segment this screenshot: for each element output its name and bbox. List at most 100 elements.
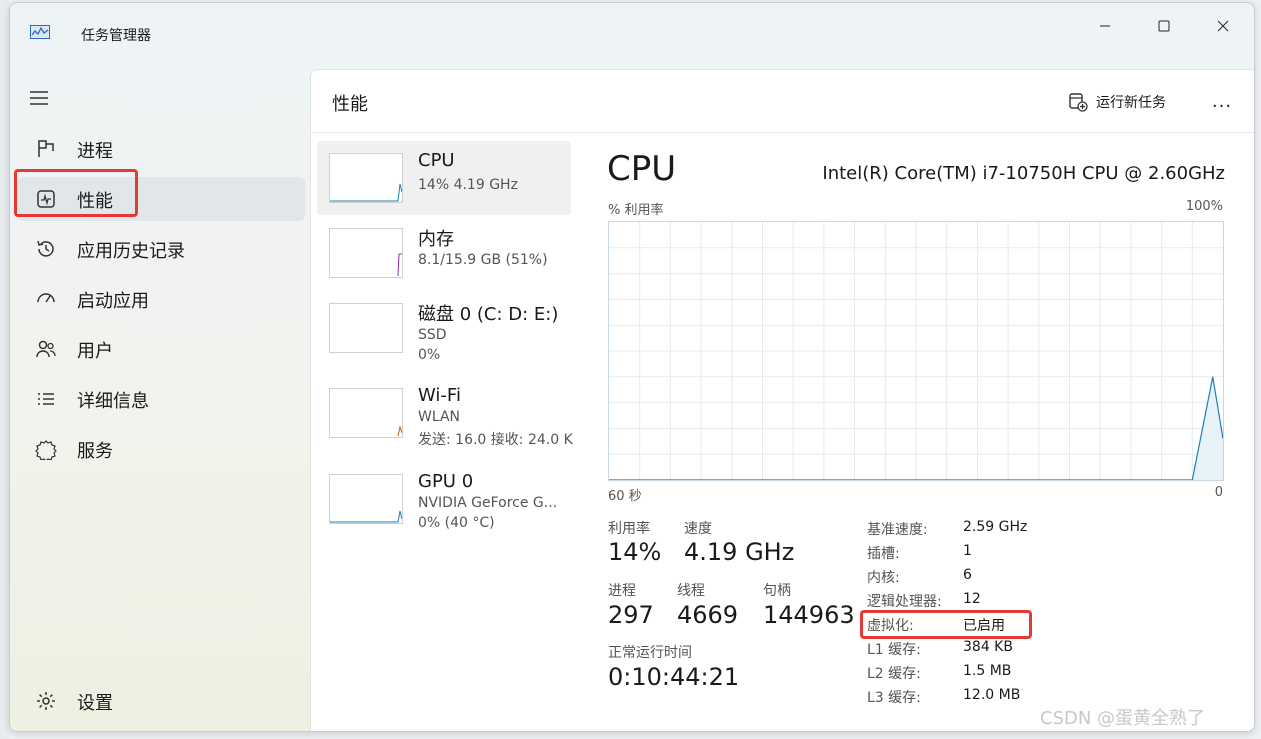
sidebar-item-label: 进程 — [77, 141, 113, 162]
cpu-thumbnail-graph — [329, 153, 403, 203]
history-icon — [37, 240, 54, 257]
sidebar-item-details[interactable]: 详细信息 — [17, 377, 305, 421]
sidebar-item-label: 启动应用 — [77, 291, 149, 312]
spec-label: 逻辑处理器: — [867, 594, 942, 610]
startup-icon — [37, 293, 55, 303]
users-icon — [36, 340, 56, 358]
sidebar: 进程 性能 应用历史记录 启动应用 用户 详细信息 服务 设置 — [10, 69, 310, 729]
run-new-task-button[interactable]: 运行新任务 — [1068, 90, 1166, 114]
sidebar-item-services[interactable]: 服务 — [17, 427, 305, 471]
sidebar-item-label: 用户 — [77, 341, 113, 362]
spec-label: 插槽: — [867, 546, 900, 562]
minimize-button[interactable] — [1082, 11, 1128, 41]
resource-item-memory[interactable]: 内存 8.1/15.9 GB (51%) — [317, 216, 571, 290]
wifi-thumbnail-graph — [329, 388, 403, 438]
resource-item-disk[interactable]: 磁盘 0 (C: D: E:) SSD 0% — [317, 291, 571, 365]
spec-value: 6 — [963, 567, 972, 583]
spec-label: 基准速度: — [867, 522, 928, 538]
resource-name: GPU 0 — [418, 471, 474, 492]
settings-gear-icon — [37, 692, 55, 710]
sidebar-item-startup-apps[interactable]: 启动应用 — [17, 277, 305, 321]
resource-item-cpu[interactable]: CPU 14% 4.19 GHz — [317, 141, 571, 215]
annotation-box-performance — [14, 169, 138, 217]
hamburger-menu-icon[interactable] — [28, 89, 50, 107]
spec-value: 12 — [963, 591, 981, 607]
spec-value: 2.59 GHz — [963, 519, 1028, 535]
handles-label: 句柄 — [763, 583, 791, 599]
y-axis-max: 100% — [1185, 199, 1223, 214]
close-button[interactable] — [1200, 11, 1246, 41]
resource-adapter: WLAN — [418, 409, 461, 425]
resource-item-gpu[interactable]: GPU 0 NVIDIA GeForce G... 0% (40 °C) — [317, 462, 571, 536]
processes-icon — [38, 140, 54, 157]
settings-label: 设置 — [77, 693, 113, 714]
sidebar-item-app-history[interactable]: 应用历史记录 — [17, 227, 305, 271]
detail-title: CPU — [607, 149, 677, 189]
resource-item-wifi[interactable]: Wi-Fi WLAN 发送: 16.0 接收: 24.0 K — [317, 376, 573, 450]
run-new-task-label: 运行新任务 — [1096, 95, 1166, 111]
minimize-icon — [1100, 25, 1110, 27]
sidebar-item-settings[interactable]: 设置 — [17, 679, 305, 723]
sidebar-item-label: 应用历史记录 — [77, 241, 185, 262]
task-manager-window: 任务管理器 进程 性能 应用历史记录 启动应用 用户 详细信息 服务 设置 性能… — [9, 2, 1255, 732]
uptime-label: 正常运行时间 — [608, 645, 692, 661]
gpu-thumbnail-graph — [329, 474, 403, 524]
sidebar-item-label: 详细信息 — [77, 391, 149, 412]
processes-value: 297 — [608, 601, 654, 629]
resource-summary: 14% 4.19 GHz — [418, 177, 518, 193]
speed-value: 4.19 GHz — [684, 538, 795, 566]
spec-label: L2 缓存: — [867, 666, 921, 682]
spec-label: L3 缓存: — [867, 690, 921, 706]
resource-type: SSD — [418, 327, 447, 343]
resource-name: 磁盘 0 (C: D: E:) — [418, 304, 559, 325]
resource-summary: 8.1/15.9 GB (51%) — [418, 252, 548, 268]
resource-summary: 发送: 16.0 接收: 24.0 K — [418, 432, 573, 448]
resource-name: 内存 — [418, 229, 454, 250]
task-manager-app-icon — [30, 25, 50, 39]
resource-summary: 0% (40 °C) — [418, 515, 495, 531]
handles-value: 144963 — [763, 601, 855, 629]
window-title: 任务管理器 — [81, 28, 151, 44]
more-options-button[interactable]: ... — [1208, 88, 1236, 114]
speed-label: 速度 — [684, 521, 712, 537]
title-bar: 任务管理器 — [10, 3, 1254, 47]
spec-value: 1 — [963, 543, 972, 559]
utilization-value: 14% — [608, 538, 662, 566]
details-icon — [38, 393, 54, 405]
background-left-edge — [0, 0, 9, 739]
x-axis-right-label: 0 — [1214, 485, 1223, 500]
spec-value: 12.0 MB — [963, 687, 1021, 703]
threads-label: 线程 — [677, 583, 705, 599]
sidebar-item-users[interactable]: 用户 — [17, 327, 305, 371]
page-title: 性能 — [332, 94, 368, 115]
sidebar-item-processes[interactable]: 进程 — [17, 127, 305, 171]
processes-label: 进程 — [608, 583, 636, 599]
spec-value: 1.5 MB — [963, 663, 1012, 679]
resource-name: CPU — [418, 150, 455, 171]
x-axis-left-label: 60 秒 — [608, 489, 642, 504]
threads-value: 4669 — [677, 601, 739, 629]
close-icon — [1217, 20, 1229, 32]
main-content: 性能 运行新任务 ... CPU 14% 4.19 GHz 内存 8.1/15.… — [310, 69, 1254, 731]
watermark: CSDN @蛋黄全熟了 — [1040, 708, 1206, 729]
spec-value: 384 KB — [963, 639, 1013, 655]
maximize-icon — [1158, 20, 1170, 32]
resource-summary: 0% — [418, 347, 441, 363]
annotation-box-virtualization — [860, 610, 1032, 639]
graph-grid — [609, 222, 1223, 480]
sidebar-item-label: 服务 — [77, 441, 113, 462]
resource-adapter: NVIDIA GeForce G... — [418, 495, 558, 511]
more-options-icon: ... — [1211, 90, 1233, 112]
memory-thumbnail-graph — [329, 228, 403, 278]
spec-label: 内核: — [867, 570, 900, 586]
utilization-label: 利用率 — [608, 521, 650, 537]
new-task-icon — [1069, 93, 1088, 112]
y-axis-label: % 利用率 — [608, 203, 664, 218]
disk-thumbnail-graph — [329, 303, 403, 353]
spec-label: L1 缓存: — [867, 642, 921, 658]
maximize-button[interactable] — [1141, 11, 1187, 41]
content-header: 性能 运行新任务 ... — [311, 70, 1254, 133]
uptime-value: 0:10:44:21 — [608, 663, 740, 691]
cpu-detail-panel: CPU Intel(R) Core(TM) i7-10750H CPU @ 2.… — [607, 133, 1237, 731]
resource-name: Wi-Fi — [418, 385, 461, 406]
